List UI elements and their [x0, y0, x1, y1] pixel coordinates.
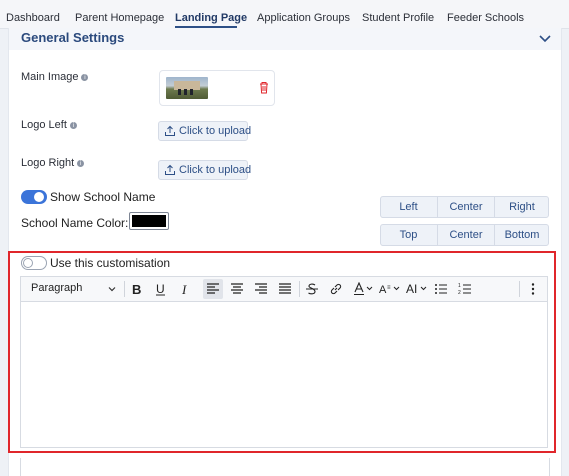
- info-icon[interactable]: i: [69, 121, 77, 129]
- school-name-color-picker[interactable]: [129, 212, 169, 230]
- info-icon[interactable]: i: [81, 73, 89, 81]
- logo-left-upload-button[interactable]: Click to upload: [158, 121, 251, 141]
- tab-dashboard[interactable]: Dashboard: [6, 12, 60, 24]
- svg-text:A: A: [379, 284, 387, 296]
- main-image-label: Main Image i: [21, 71, 89, 83]
- show-school-name-toggle[interactable]: [21, 190, 47, 204]
- align-center-button[interactable]: Center: [437, 197, 494, 217]
- more-options-icon[interactable]: [523, 279, 543, 299]
- horizontal-align-group: Left Center Right: [380, 196, 549, 218]
- paragraph-format-select[interactable]: Paragraph: [23, 279, 121, 299]
- align-bottom-button[interactable]: Bottom: [494, 225, 549, 245]
- main-image-preview: [159, 70, 275, 106]
- editor-content-area[interactable]: [21, 302, 547, 446]
- align-right-icon[interactable]: [251, 279, 271, 299]
- underline-icon[interactable]: U: [151, 279, 171, 299]
- bold-icon[interactable]: B: [127, 279, 147, 299]
- upload-icon: [165, 164, 175, 175]
- editor-toolbar: Paragraph B U I A ≡ AI 1 2: [21, 277, 547, 302]
- use-customisation-label: Use this customisation: [50, 256, 171, 270]
- align-left-icon[interactable]: [203, 279, 223, 299]
- use-customisation-toggle[interactable]: [21, 256, 47, 270]
- italic-icon[interactable]: I: [175, 279, 195, 299]
- svg-text:B: B: [132, 282, 141, 296]
- logo-left-label: Logo Left i: [21, 119, 77, 131]
- tab-landing-page[interactable]: Landing Page: [175, 12, 247, 24]
- logo-right-label: Logo Right i: [21, 157, 85, 169]
- logo-right-upload-button[interactable]: Click to upload: [158, 160, 251, 180]
- align-right-button[interactable]: Right: [494, 197, 549, 217]
- panel-title: General Settings: [21, 30, 125, 45]
- tab-student-profile[interactable]: Student Profile: [362, 12, 434, 24]
- show-school-name-label: Show School Name: [50, 190, 156, 204]
- top-tabs: Dashboard Parent Homepage Landing Page A…: [0, 0, 569, 29]
- chevron-down-icon[interactable]: [537, 30, 553, 46]
- rich-text-editor: Paragraph B U I A ≡ AI 1 2: [20, 276, 548, 448]
- tab-feeder-schools[interactable]: Feeder Schools: [447, 12, 524, 24]
- align-top-button[interactable]: Top: [381, 225, 436, 245]
- tab-application-groups[interactable]: Application Groups: [257, 12, 350, 24]
- svg-text:≡: ≡: [387, 285, 391, 291]
- info-icon[interactable]: i: [77, 159, 85, 167]
- svg-text:U: U: [156, 282, 165, 296]
- svg-text:I: I: [181, 282, 187, 296]
- svg-text:AI: AI: [406, 282, 417, 296]
- vertical-align-group: Top Center Bottom: [380, 224, 549, 246]
- upload-icon: [165, 125, 175, 136]
- text-case-icon[interactable]: AI: [403, 279, 427, 299]
- panel-header[interactable]: General Settings: [9, 28, 561, 50]
- font-color-icon[interactable]: [350, 279, 373, 299]
- chevron-down-icon: [108, 287, 116, 292]
- school-name-color-label: School Name Color:: [21, 216, 129, 230]
- align-justify-icon[interactable]: [275, 279, 295, 299]
- numbered-list-icon[interactable]: 12: [455, 279, 475, 299]
- trash-icon[interactable]: [258, 81, 270, 94]
- align-middle-button[interactable]: Center: [437, 225, 494, 245]
- tab-parent-homepage[interactable]: Parent Homepage: [75, 12, 164, 24]
- svg-text:1: 1: [458, 283, 461, 289]
- svg-text:2: 2: [458, 290, 461, 296]
- link-icon[interactable]: [326, 279, 346, 299]
- font-size-icon[interactable]: A ≡: [376, 279, 400, 299]
- strikethrough-icon[interactable]: [302, 279, 322, 299]
- main-image-thumbnail[interactable]: [166, 77, 208, 99]
- bulleted-list-icon[interactable]: [431, 279, 451, 299]
- align-left-button[interactable]: Left: [381, 197, 436, 217]
- panel-lower-area: [20, 458, 550, 476]
- align-center-icon[interactable]: [227, 279, 247, 299]
